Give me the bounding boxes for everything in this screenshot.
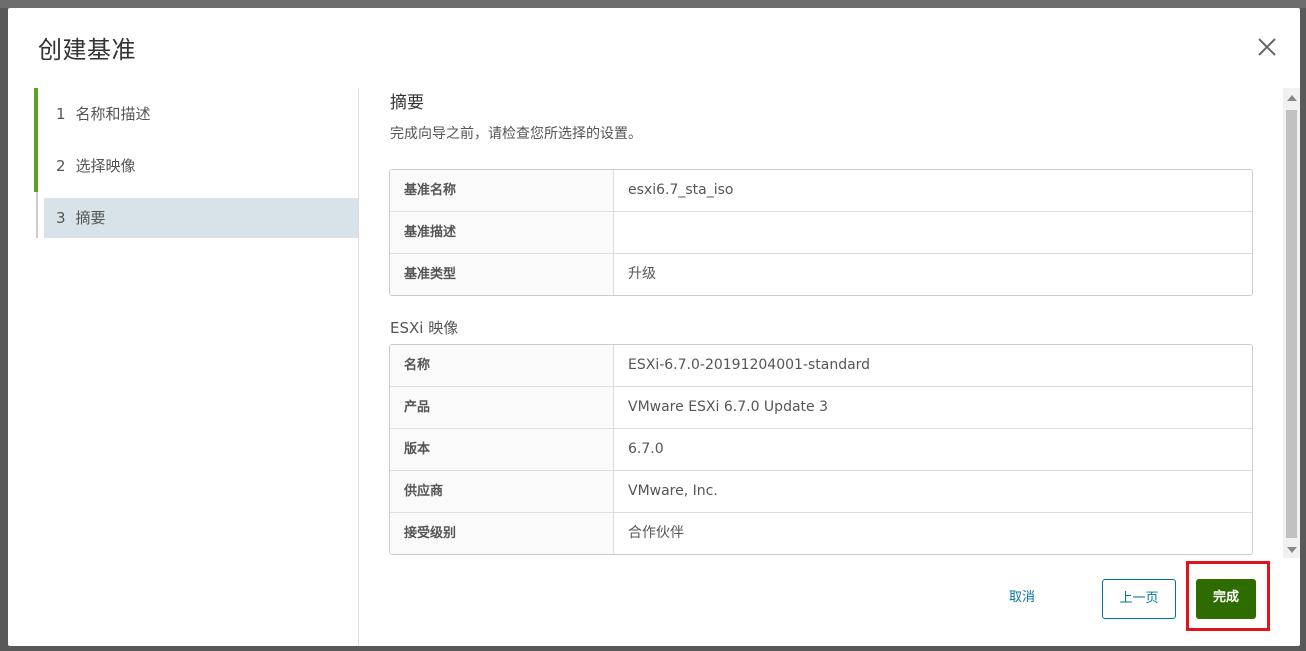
back-button[interactable]: 上一页 (1102, 579, 1176, 619)
table-row: 名称 ESXi-6.7.0-20191204001-standard (390, 345, 1252, 386)
step-number: 1 (56, 105, 66, 123)
row-key: 基准名称 (390, 170, 614, 211)
row-key: 接受级别 (390, 513, 614, 554)
row-value: 升级 (628, 266, 656, 282)
cancel-button[interactable]: 取消 (993, 579, 1051, 619)
row-key: 产品 (390, 387, 614, 428)
row-key: 基准类型 (390, 254, 614, 295)
step-summary[interactable]: 3 摘要 (36, 192, 358, 238)
step-name-description[interactable]: 1 名称和描述 (34, 88, 358, 140)
dialog-title: 创建基准 (38, 36, 136, 64)
row-key: 基准描述 (390, 212, 614, 253)
row-value: ESXi-6.7.0-20191204001-standard (628, 357, 871, 373)
image-section-title: ESXi 映像 (390, 319, 459, 337)
summary-description: 完成向导之前，请检查您所选择的设置。 (390, 126, 642, 142)
wizard-steps: 1 名称和描述 2 选择映像 3 摘要 (8, 88, 359, 646)
table-row: 基准名称 esxi6.7_sta_iso (390, 170, 1252, 211)
close-icon (1258, 38, 1276, 56)
step-label: 选择映像 (75, 157, 136, 175)
row-value: esxi6.7_sta_iso (628, 182, 734, 198)
scroll-down-icon[interactable] (1287, 547, 1297, 553)
content-scrollbar[interactable] (1283, 88, 1300, 558)
scroll-up-icon[interactable] (1287, 95, 1297, 101)
row-value: VMware, Inc. (628, 483, 718, 499)
row-key: 版本 (390, 429, 614, 470)
scroll-thumb[interactable] (1286, 110, 1297, 538)
summary-content: 摘要 完成向导之前，请检查您所选择的设置。 基准名称 esxi6.7_sta_i… (359, 88, 1279, 568)
image-table: 名称 ESXi-6.7.0-20191204001-standard 产品 VM… (389, 344, 1253, 555)
table-row: 版本 6.7.0 (390, 428, 1252, 470)
table-row: 产品 VMware ESXi 6.7.0 Update 3 (390, 386, 1252, 428)
row-key: 名称 (390, 345, 614, 386)
baseline-table: 基准名称 esxi6.7_sta_iso 基准描述 基准类型 升级 (389, 169, 1253, 296)
row-value (614, 212, 1252, 253)
row-key: 供应商 (390, 471, 614, 512)
table-row: 基准描述 (390, 211, 1252, 253)
create-baseline-dialog: 创建基准 1 名称和描述 2 选择映像 3 摘要 摘要 完成向导之前，请检查您所选择的… (8, 8, 1300, 646)
table-row: 基准类型 升级 (390, 253, 1252, 295)
backdrop (0, 0, 1306, 8)
step-select-image[interactable]: 2 选择映像 (34, 140, 358, 192)
row-value: 6.7.0 (628, 441, 664, 457)
close-button[interactable] (1256, 36, 1278, 58)
step-label: 摘要 (75, 209, 106, 227)
step-label: 名称和描述 (75, 105, 151, 123)
table-row: 供应商 VMware, Inc. (390, 470, 1252, 512)
row-value: VMware ESXi 6.7.0 Update 3 (628, 399, 828, 415)
row-value: 合作伙伴 (628, 525, 684, 541)
summary-title: 摘要 (390, 93, 424, 113)
step-number: 3 (56, 209, 66, 227)
table-row: 接受级别 合作伙伴 (390, 512, 1252, 554)
step-number: 2 (56, 157, 66, 175)
finish-button[interactable]: 完成 (1196, 579, 1256, 619)
